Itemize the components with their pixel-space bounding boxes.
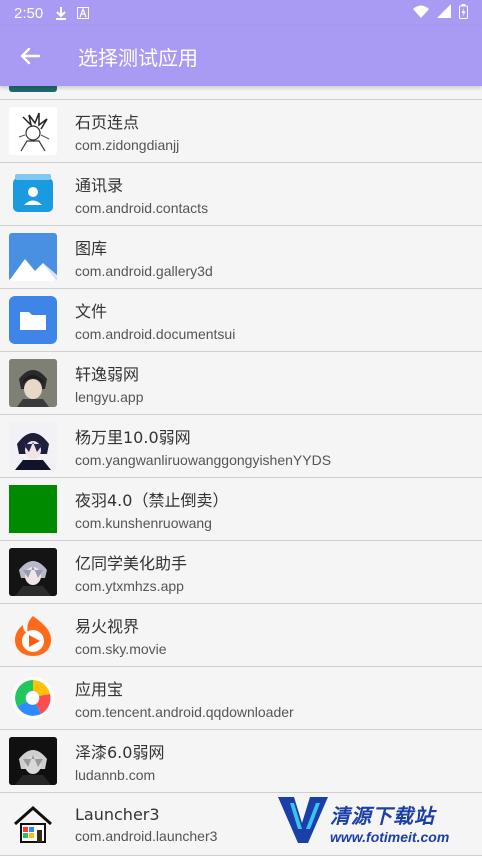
- list-item[interactable]: 夜羽4.0（禁止倒卖） com.kunshenruowang: [0, 478, 482, 541]
- app-store-icon: [9, 674, 57, 722]
- list-item[interactable]: 轩逸弱网 lengyu.app: [0, 352, 482, 415]
- status-time: 2:50: [14, 4, 44, 22]
- green-square-icon: [9, 485, 57, 533]
- list-item[interactable]: 易火视界 com.sky.movie: [0, 604, 482, 667]
- watermark: 清源下载站 www.fotimeit.com: [276, 792, 476, 852]
- list-item[interactable]: 通讯录 com.android.contacts: [0, 163, 482, 226]
- app-package: com.android.gallery3d: [75, 263, 213, 279]
- page-title: 选择测试应用: [78, 45, 198, 70]
- anime-avatar-icon: [9, 548, 57, 596]
- app-name: 易火视界: [75, 617, 140, 636]
- app-name: 杨万里10.0弱网: [75, 428, 191, 447]
- list-item[interactable]: 文件 com.android.documentsui: [0, 289, 482, 352]
- contacts-icon: [9, 170, 57, 218]
- wifi-icon: [413, 5, 429, 22]
- app-list: 石页连点 com.zidongdianjj 通讯录 com.android.co…: [0, 37, 482, 856]
- status-bar: 2:50: [0, 0, 482, 26]
- signal-icon: [437, 4, 451, 22]
- list-item[interactable]: 泽漆6.0弱网 ludannb.com: [0, 730, 482, 793]
- notification-a-icon: [77, 7, 90, 19]
- app-package: com.android.contacts: [75, 200, 209, 216]
- app-name: 泽漆6.0弱网: [75, 743, 165, 762]
- download-icon: [55, 6, 67, 20]
- app-name: 亿同学美化助手: [75, 554, 188, 573]
- list-item[interactable]: 应用宝 com.tencent.android.qqdownloader: [0, 667, 482, 730]
- app-package: com.yangwanliruowanggongyishenYYDS: [75, 452, 332, 468]
- app-package: com.sky.movie: [75, 641, 167, 657]
- app-package: com.tencent.android.qqdownloader: [75, 704, 294, 720]
- app-name: 应用宝: [75, 680, 124, 699]
- app-name: 轩逸弱网: [75, 365, 140, 384]
- app-name: 通讯录: [75, 176, 124, 195]
- app-name: 文件: [75, 302, 108, 321]
- app-package: com.zidongdianjj: [75, 137, 180, 153]
- play-flame-icon: [9, 611, 57, 659]
- sketch-character-icon: [9, 107, 57, 155]
- back-button[interactable]: [0, 26, 60, 86]
- anime-avatar-icon: [9, 737, 57, 785]
- gallery-icon: [9, 233, 57, 281]
- app-package: ludannb.com: [75, 767, 156, 783]
- watermark-url: www.fotimeit.com: [330, 828, 450, 845]
- list-item[interactable]: 杨万里10.0弱网 com.yangwanliruowanggongyishen…: [0, 415, 482, 478]
- watermark-title: 清源下载站: [330, 803, 435, 828]
- app-package: com.android.launcher3: [75, 827, 218, 844]
- anime-avatar-icon: [9, 359, 57, 407]
- app-name: 图库: [75, 239, 108, 258]
- list-item[interactable]: 石页连点 com.zidongdianjj: [0, 100, 482, 163]
- app-package: lengyu.app: [75, 389, 144, 405]
- app-package: com.android.documentsui: [75, 326, 236, 342]
- list-item[interactable]: 图库 com.android.gallery3d: [0, 226, 482, 289]
- app-name: Launcher3: [75, 804, 160, 824]
- app-package: com.kunshenruowang: [75, 515, 212, 531]
- app-name: 夜羽4.0（禁止倒卖）: [75, 491, 229, 510]
- list-item[interactable]: 亿同学美化助手 com.ytxmhzs.app: [0, 541, 482, 604]
- anime-avatar-icon: [9, 422, 57, 470]
- back-arrow-icon: [20, 47, 40, 65]
- house-icon: [9, 800, 57, 848]
- battery-icon: [459, 3, 468, 23]
- folder-icon: [9, 296, 57, 344]
- app-name: 石页连点: [75, 113, 140, 132]
- app-package: com.ytxmhzs.app: [75, 578, 184, 594]
- watermark-logo-icon: [278, 797, 328, 843]
- app-bar: 选择测试应用: [0, 26, 482, 86]
